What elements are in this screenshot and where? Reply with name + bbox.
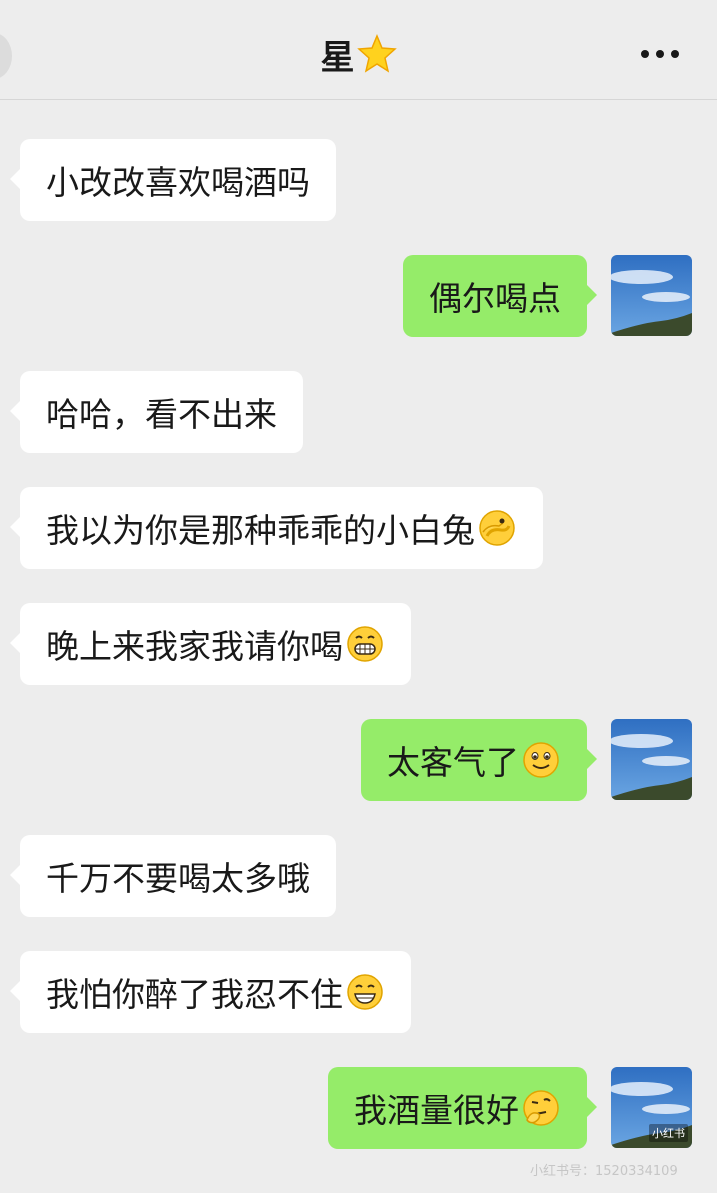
message-sent: 我酒量很好 <box>328 1067 597 1149</box>
more-dot <box>656 50 664 58</box>
message-sent: 偶尔喝点 <box>403 255 597 337</box>
message-text: 小改改喜欢喝酒吗 <box>46 163 310 202</box>
avatar[interactable] <box>611 719 692 800</box>
grin-teeth-emoji <box>347 626 383 662</box>
grin-emoji <box>347 974 383 1010</box>
more-dot <box>671 50 679 58</box>
message-received: 小改改喜欢喝酒吗 <box>10 139 336 221</box>
message-bubble[interactable]: 小改改喜欢喝酒吗 <box>10 139 336 221</box>
message-bubble[interactable]: 偶尔喝点 <box>403 255 597 337</box>
message-bubble[interactable]: 我怕你醉了我忍不住 <box>10 951 411 1033</box>
message-bubble[interactable]: 哈哈，看不出来 <box>10 371 303 453</box>
message-received: 我怕你醉了我忍不住 <box>10 951 411 1033</box>
message-received: 哈哈，看不出来 <box>10 371 303 453</box>
message-sent: 太客气了 <box>361 719 597 801</box>
thinking-emoji <box>523 1090 559 1126</box>
chat-title: 星 <box>0 30 717 79</box>
more-options-button[interactable] <box>641 50 679 58</box>
message-text: 太客气了 <box>387 743 519 782</box>
message-bubble[interactable]: 太客气了 <box>361 719 597 801</box>
smile-emoji <box>523 742 559 778</box>
message-text: 我怕你醉了我忍不住 <box>46 975 343 1014</box>
message-bubble[interactable]: 我酒量很好 <box>328 1067 597 1149</box>
avatar[interactable] <box>611 255 692 336</box>
message-received: 晚上来我家我请你喝 <box>10 603 411 685</box>
message-text: 晚上来我家我请你喝 <box>46 627 343 666</box>
message-received: 我以为你是那种乖乖的小白兔 <box>10 487 543 569</box>
message-bubble[interactable]: 晚上来我家我请你喝 <box>10 603 411 685</box>
watermark: 小红书号：1520334109 <box>530 1164 678 1179</box>
message-text: 我酒量很好 <box>354 1091 519 1130</box>
star-icon <box>356 34 397 73</box>
avatar-watermark-tag: 小红书 <box>649 1124 688 1142</box>
facepalm-emoji <box>479 510 515 546</box>
more-dot <box>641 50 649 58</box>
message-bubble[interactable]: 我以为你是那种乖乖的小白兔 <box>10 487 543 569</box>
message-text: 千万不要喝太多哦 <box>46 859 310 898</box>
message-bubble[interactable]: 千万不要喝太多哦 <box>10 835 336 917</box>
avatar[interactable]: 小红书 <box>611 1067 692 1148</box>
message-text: 哈哈，看不出来 <box>46 395 277 434</box>
chat-header: 星 <box>0 0 717 100</box>
chat-title-text: 星 <box>320 38 355 78</box>
message-received: 千万不要喝太多哦 <box>10 835 336 917</box>
message-text: 我以为你是那种乖乖的小白兔 <box>46 511 475 550</box>
message-text: 偶尔喝点 <box>429 279 561 318</box>
